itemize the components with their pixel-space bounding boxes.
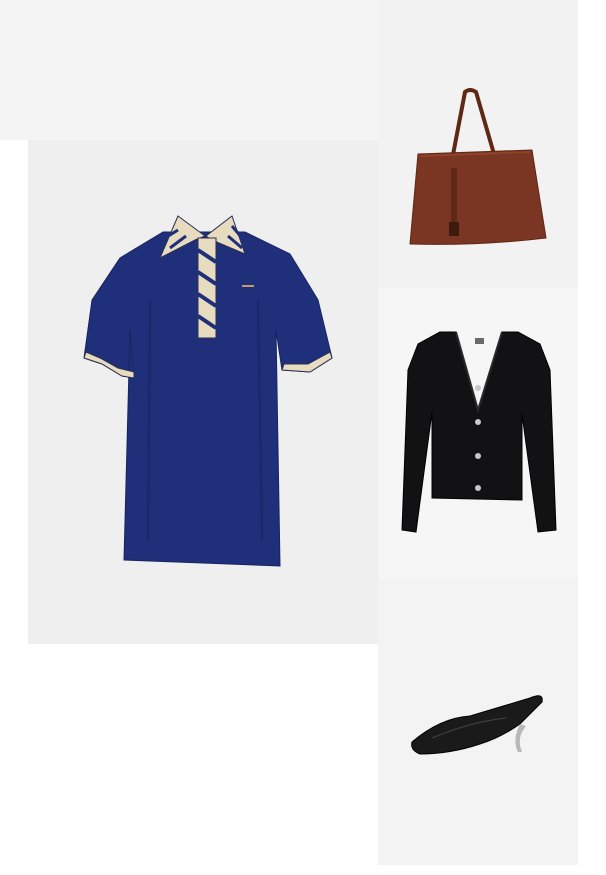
dress-icon xyxy=(83,215,333,567)
product-illustrations xyxy=(83,88,557,755)
shoe-icon xyxy=(411,695,543,755)
bag-icon xyxy=(409,88,547,245)
cardigan-icon xyxy=(401,331,557,533)
